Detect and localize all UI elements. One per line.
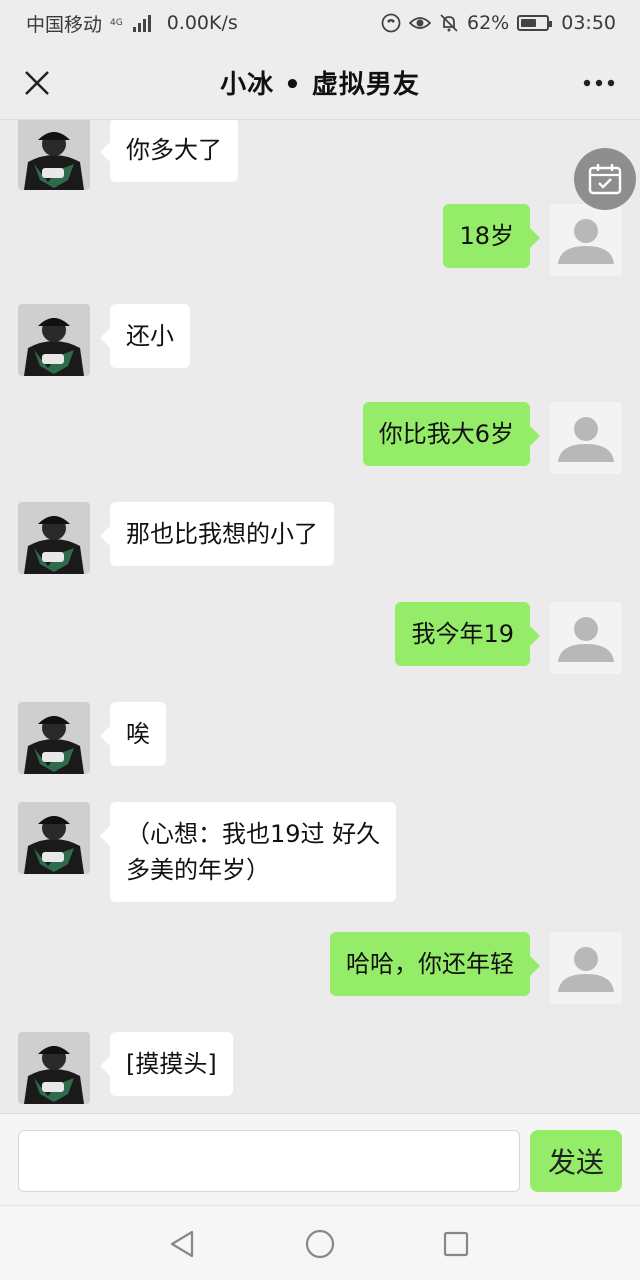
received-message-bubble[interactable]: 那也比我想的小了 — [100, 502, 334, 566]
contact-avatar-image — [18, 502, 90, 574]
contact-avatar[interactable] — [18, 802, 90, 874]
status-left: 中国移动 4G 0.00K/s — [26, 10, 238, 37]
battery-percent: 62% — [467, 12, 510, 34]
status-right: 62% 03:50 — [381, 12, 616, 34]
received-message-bubble[interactable]: [摸摸头] — [100, 1032, 233, 1096]
received-message-bubble[interactable]: 你多大了 — [100, 120, 238, 182]
system-nav-bar — [0, 1205, 640, 1280]
contact-avatar[interactable] — [18, 502, 90, 574]
home-circle-icon — [305, 1229, 335, 1259]
contact-avatar-image — [18, 802, 90, 874]
title-bar: 小冰 • 虚拟男友 — [0, 46, 640, 120]
sent-message-bubble[interactable]: 哈哈，你还年轻 — [330, 932, 540, 996]
recents-square-icon — [443, 1231, 469, 1257]
contact-avatar[interactable] — [18, 1032, 90, 1104]
carrier-label: 中国移动 — [26, 13, 103, 36]
eye-icon — [409, 17, 431, 29]
input-bar: 发送 — [0, 1113, 640, 1205]
contact-avatar[interactable] — [18, 120, 90, 190]
signal-icon — [132, 14, 151, 32]
status-bar: 中国移动 4G 0.00K/s 62% 03:50 — [0, 0, 640, 46]
more-button[interactable] — [576, 60, 622, 106]
contact-avatar[interactable] — [18, 702, 90, 774]
received-message-bubble[interactable]: 唉 — [100, 702, 166, 766]
network-type-label: 4G — [110, 17, 123, 28]
user-avatar[interactable] — [550, 204, 622, 276]
home-button[interactable] — [300, 1224, 340, 1264]
close-button[interactable] — [14, 60, 60, 106]
back-button[interactable] — [162, 1224, 202, 1264]
sent-message-bubble[interactable]: 18岁 — [443, 204, 540, 268]
more-dots-icon — [583, 79, 615, 87]
default-user-avatar-image — [550, 932, 622, 1004]
message-input[interactable] — [18, 1130, 520, 1192]
battery-icon — [517, 15, 553, 31]
contact-avatar[interactable] — [18, 304, 90, 376]
contact-avatar-image — [18, 120, 90, 190]
recents-button[interactable] — [436, 1224, 476, 1264]
send-button[interactable]: 发送 — [530, 1130, 622, 1192]
received-message-bubble[interactable]: 还小 — [100, 304, 190, 368]
user-avatar[interactable] — [550, 932, 622, 1004]
contact-avatar-image — [18, 702, 90, 774]
sent-message-bubble[interactable]: 我今年19 — [395, 602, 540, 666]
default-user-avatar-image — [550, 402, 622, 474]
user-avatar[interactable] — [550, 602, 622, 674]
clock: 03:50 — [561, 12, 616, 34]
hd-call-icon — [381, 13, 401, 33]
mute-bell-icon — [440, 14, 458, 32]
close-icon — [25, 71, 49, 95]
contact-avatar-image — [18, 304, 90, 376]
default-user-avatar-image — [550, 602, 622, 674]
user-avatar[interactable] — [550, 402, 622, 474]
page-title: 小冰 • 虚拟男友 — [220, 70, 420, 100]
calendar-icon — [588, 164, 622, 195]
network-speed: 0.00K/s — [166, 12, 238, 34]
default-user-avatar-image — [550, 204, 622, 276]
contact-avatar-image — [18, 1032, 90, 1104]
sent-message-bubble[interactable]: 你比我大6岁 — [362, 402, 541, 466]
chat-area[interactable]: 你多大了 18岁 还小 你比我大6岁 那也比我想的小了 我今年19 唉 （心想：… — [0, 120, 640, 1113]
received-message-bubble[interactable]: （心想：我也19过 好久 多美的年岁） — [99, 802, 397, 902]
back-triangle-icon — [170, 1230, 194, 1258]
calendar-button[interactable] — [574, 148, 636, 210]
